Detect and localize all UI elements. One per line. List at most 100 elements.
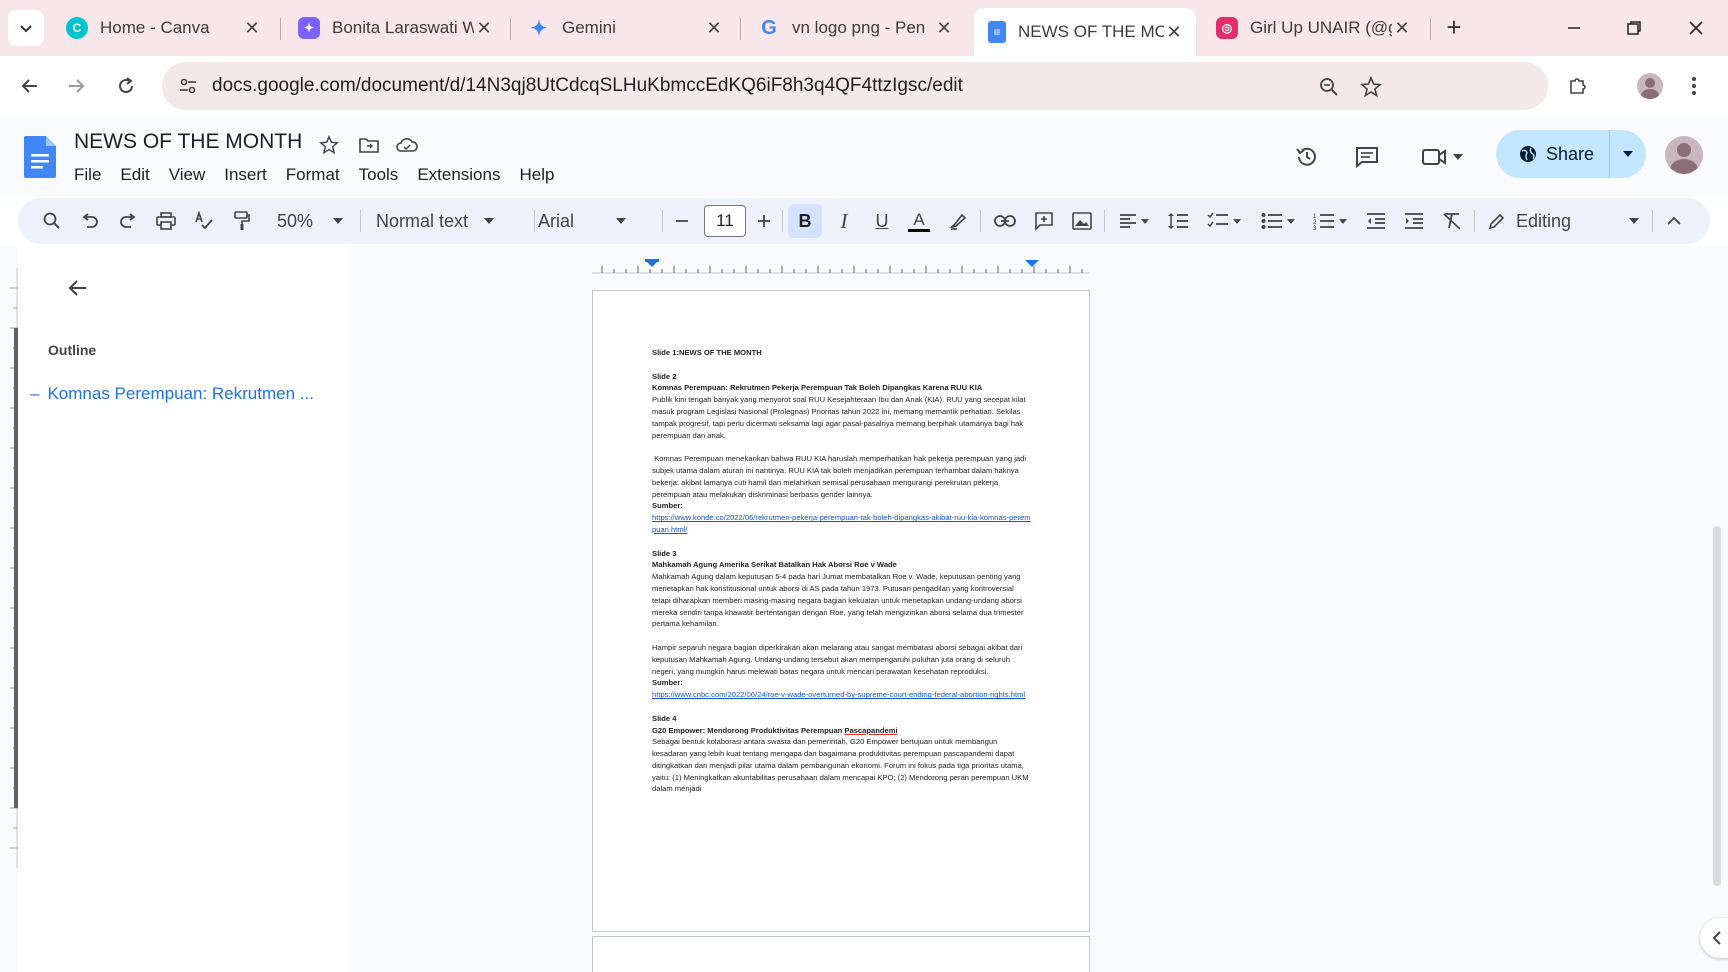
docs-logo-icon[interactable] <box>24 136 56 178</box>
insert-image-button[interactable] <box>1068 207 1096 235</box>
italic-button[interactable]: I <box>830 207 858 235</box>
move-folder-icon[interactable] <box>356 132 382 158</box>
redo-button[interactable] <box>114 207 142 235</box>
tab-search-button[interactable] <box>8 10 44 46</box>
menu-insert[interactable]: Insert <box>224 163 277 187</box>
version-history-icon[interactable] <box>1290 140 1324 174</box>
underline-button[interactable]: U <box>868 207 896 235</box>
reload-button[interactable] <box>108 68 144 104</box>
misspelled-word[interactable]: Pascapandemi <box>844 726 897 735</box>
browser-menu-button[interactable] <box>1676 68 1712 104</box>
slide4-heading-text: G20 Empower: Mendorong Produktivitas Per… <box>652 725 845 735</box>
hide-menus-button[interactable] <box>1660 207 1688 235</box>
outline-item[interactable]: – Komnas Perempuan: Rekrutmen ... <box>30 384 314 404</box>
site-info-icon[interactable] <box>176 74 200 98</box>
close-tab-icon[interactable]: ✕ <box>704 18 724 39</box>
extensions-button[interactable] <box>1560 68 1596 104</box>
checklist-button[interactable] <box>1202 207 1246 235</box>
star-icon[interactable] <box>316 132 342 158</box>
checklist-icon <box>1207 212 1228 228</box>
close-window-button[interactable] <box>1672 10 1720 46</box>
address-bar[interactable]: docs.google.com/document/d/14N3qj8UtCdcq… <box>162 62 1548 110</box>
insert-link-button[interactable] <box>990 207 1020 235</box>
document-page[interactable]: Slide 1:NEWS OF THE MONTH Slide 2 Komnas… <box>592 290 1090 932</box>
print-button[interactable] <box>152 207 180 235</box>
highlight-color-button[interactable] <box>944 207 972 235</box>
forward-button[interactable] <box>58 68 94 104</box>
document-title[interactable]: NEWS OF THE MONTH <box>74 130 302 154</box>
close-tab-icon[interactable]: ✕ <box>1164 22 1184 43</box>
cloud-saved-icon[interactable] <box>394 132 420 158</box>
browser-tab[interactable]: ✦ Gemini ✕ <box>514 6 736 50</box>
bulleted-list-icon <box>1261 213 1282 229</box>
clear-formatting-button[interactable] <box>1438 207 1466 235</box>
comments-icon[interactable] <box>1350 140 1384 174</box>
slide3-source-link[interactable]: https://www.cnbc.com/2022/06/24/roe-v-wa… <box>652 689 1034 701</box>
slide2-source-link[interactable]: https://www.konde.co/2022/06/rekrutmen-p… <box>652 512 1034 536</box>
paragraph-style-select[interactable]: Normal text <box>376 207 524 235</box>
bulleted-list-button[interactable] <box>1256 207 1300 235</box>
browser-tab[interactable]: ◎ Girl Up UNAIR (@g ✕ <box>1202 6 1424 50</box>
menu-help[interactable]: Help <box>519 163 564 187</box>
close-tab-icon[interactable]: ✕ <box>474 18 494 39</box>
share-main[interactable]: Share <box>1496 130 1610 178</box>
account-avatar[interactable] <box>1665 136 1703 174</box>
line-spacing-button[interactable] <box>1164 207 1192 235</box>
page-content[interactable]: Slide 1:NEWS OF THE MONTH Slide 2 Komnas… <box>652 347 1034 795</box>
share-button[interactable]: Share <box>1496 130 1646 178</box>
document-page-next[interactable] <box>592 936 1090 972</box>
text-color-button[interactable]: A <box>904 207 934 235</box>
share-options-button[interactable] <box>1610 151 1646 157</box>
align-left-icon <box>1120 214 1136 228</box>
decrease-font-size-button[interactable] <box>670 207 694 235</box>
new-tab-button[interactable]: + <box>1438 12 1470 44</box>
spellcheck-button[interactable] <box>190 207 218 235</box>
undo-button[interactable] <box>76 207 104 235</box>
clear-formatting-icon <box>1443 213 1461 230</box>
document-outline-panel: Outline – Komnas Perempuan: Rekrutmen ... <box>18 246 348 972</box>
increase-indent-icon <box>1405 213 1423 229</box>
profile-button[interactable] <box>1632 68 1668 104</box>
vertical-scrollbar[interactable] <box>1713 526 1721 886</box>
editing-mode-select[interactable]: Editing <box>1474 207 1660 235</box>
bookmark-star-icon[interactable] <box>1358 74 1384 100</box>
close-outline-button[interactable] <box>62 272 94 304</box>
back-button[interactable] <box>12 68 48 104</box>
increase-font-size-button[interactable] <box>752 207 776 235</box>
browser-tab[interactable]: C Home - Canva ✕ <box>52 6 274 50</box>
browser-tab[interactable]: ✦ Bonita Laraswati W ✕ <box>284 6 506 50</box>
close-tab-icon[interactable]: ✕ <box>242 18 262 39</box>
pencil-icon <box>1488 213 1505 230</box>
toolbar-divider <box>662 210 663 232</box>
menu-view[interactable]: View <box>169 163 216 187</box>
menu-format[interactable]: Format <box>286 163 350 187</box>
align-button[interactable] <box>1114 207 1154 235</box>
slide2-label: Slide 2 <box>652 371 677 381</box>
menu-edit[interactable]: Edit <box>120 163 159 187</box>
slide3-heading: Mahkamah Agung Amerika Serikat Batalkan … <box>652 560 897 570</box>
minimize-button[interactable] <box>1550 10 1598 46</box>
close-tab-icon[interactable]: ✕ <box>1392 18 1412 39</box>
zoom-icon[interactable] <box>1316 74 1342 100</box>
menu-extensions[interactable]: Extensions <box>417 163 510 187</box>
search-menus-button[interactable] <box>38 207 66 235</box>
restore-button[interactable] <box>1610 10 1658 46</box>
add-comment-button[interactable] <box>1030 207 1058 235</box>
bold-button[interactable]: B <box>788 204 822 238</box>
meet-button[interactable] <box>1414 140 1470 174</box>
decrease-indent-button[interactable] <box>1362 207 1390 235</box>
numbered-list-button[interactable]: 123 <box>1308 207 1352 235</box>
slide1-heading: Slide 1:NEWS OF THE MONTH <box>652 348 762 357</box>
zoom-select[interactable]: 50% <box>270 207 350 235</box>
browser-tab-active[interactable]: ≡ NEWS OF THE MO ✕ <box>974 8 1196 56</box>
paint-format-button[interactable] <box>228 207 256 235</box>
browser-tab[interactable]: G vn logo png - Pen ✕ <box>744 6 966 50</box>
menu-tools[interactable]: Tools <box>359 163 409 187</box>
font-size-input[interactable]: 11 <box>704 205 746 237</box>
right-indent-marker[interactable] <box>1025 260 1039 267</box>
font-select[interactable]: Arial <box>538 207 658 235</box>
url-text[interactable]: docs.google.com/document/d/14N3qj8UtCdcq… <box>212 75 963 97</box>
close-tab-icon[interactable]: ✕ <box>934 18 954 39</box>
menu-file[interactable]: File <box>74 163 111 187</box>
increase-indent-button[interactable] <box>1400 207 1428 235</box>
